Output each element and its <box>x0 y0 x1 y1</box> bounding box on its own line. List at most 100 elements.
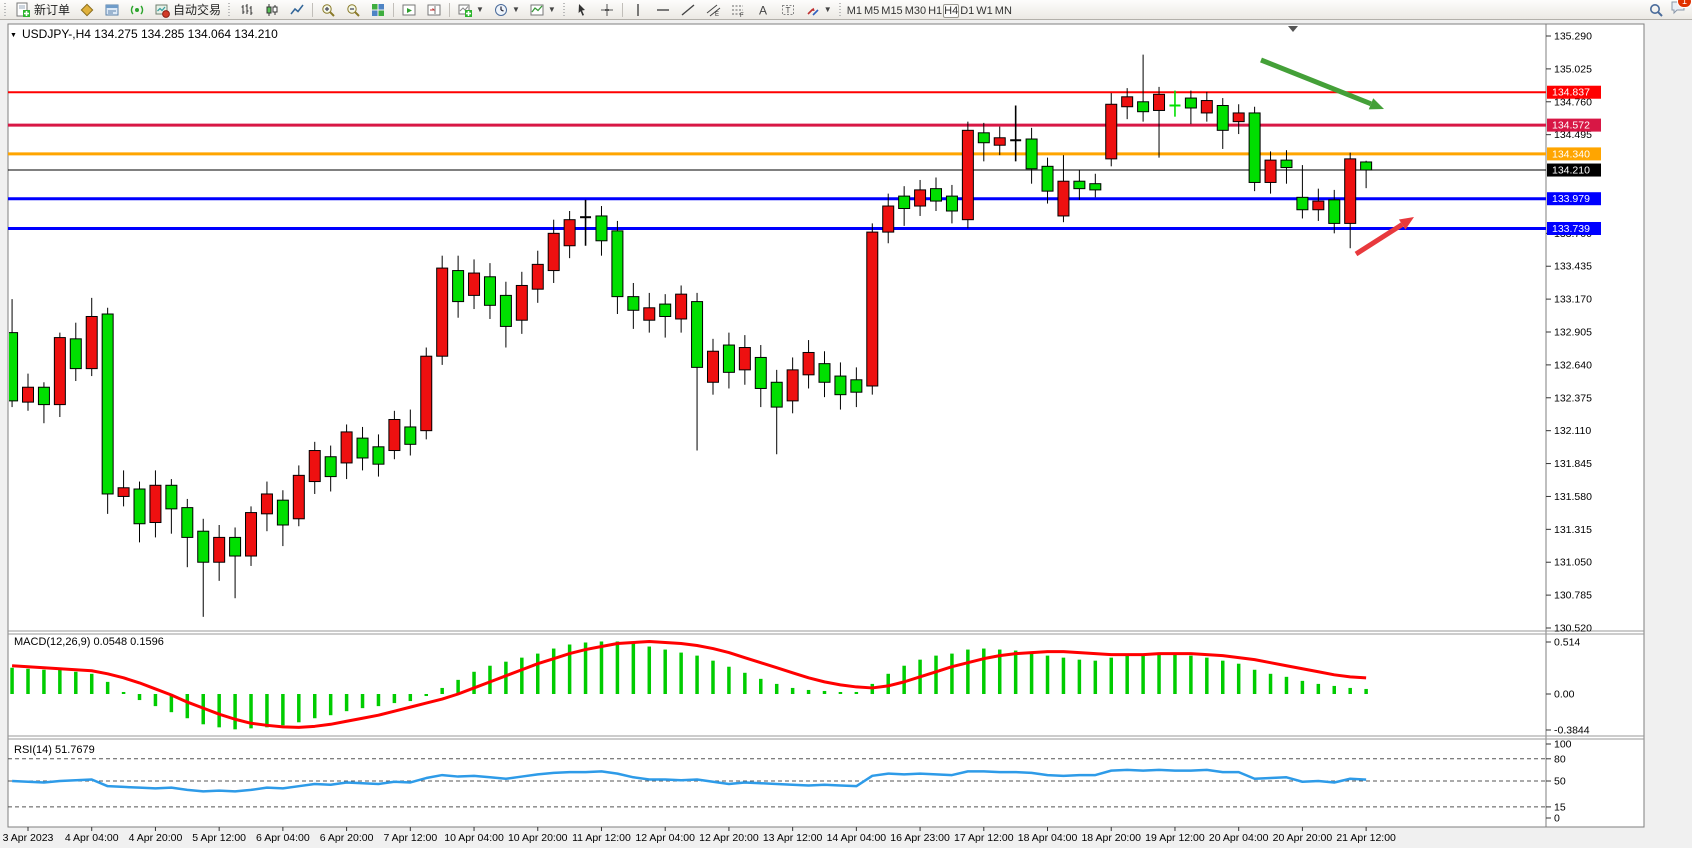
price-tick-label: 135.290 <box>1554 31 1592 43</box>
crosshair-button[interactable] <box>595 0 619 19</box>
candle <box>1122 97 1133 107</box>
time-axis-label: 17 Apr 12:00 <box>954 832 1014 844</box>
candle <box>548 233 559 270</box>
candle <box>516 285 527 320</box>
trendline-button[interactable] <box>676 0 700 19</box>
rsi-label: RSI(14) 51.7679 <box>14 744 95 756</box>
label-button[interactable]: T <box>776 0 800 19</box>
candle <box>214 537 225 562</box>
auto-scroll-button[interactable] <box>397 0 421 19</box>
price-line-label: 134.340 <box>1552 148 1590 160</box>
candle <box>883 206 894 232</box>
time-axis-label: 18 Apr 04:00 <box>1018 832 1078 844</box>
candle <box>150 485 161 522</box>
signals-button[interactable] <box>125 0 149 19</box>
auto-trading-button[interactable]: 自动交易 <box>150 0 225 19</box>
cursor-button[interactable] <box>570 0 594 19</box>
price-tick-label: 131.845 <box>1554 458 1592 470</box>
time-axis-label: 11 Apr 12:00 <box>572 832 631 844</box>
horizontal-line-button[interactable] <box>651 0 675 19</box>
arrows-button[interactable]: ▼ <box>801 0 836 19</box>
chart-background <box>8 24 1644 827</box>
zoom-in-button[interactable] <box>316 0 340 19</box>
strategy-tester-icon <box>79 2 95 18</box>
candle <box>660 304 671 316</box>
chart-window[interactable]: 135.290135.025134.760134.495133.700133.4… <box>0 20 1692 848</box>
chart-canvas[interactable]: 135.290135.025134.760134.495133.700133.4… <box>0 20 1692 848</box>
tile-windows-button[interactable] <box>366 0 390 19</box>
timeframe-w1[interactable]: W1 <box>975 4 994 18</box>
candle <box>771 382 782 407</box>
timeframe-m30[interactable]: M30 <box>904 4 927 18</box>
candle <box>484 277 495 306</box>
candle <box>102 314 113 494</box>
time-axis-label: 20 Apr 20:00 <box>1273 832 1333 844</box>
chevron-down-icon: ▼ <box>512 6 520 14</box>
chevron-down-icon: ▼ <box>824 6 832 14</box>
candle <box>723 345 734 372</box>
candle <box>357 438 368 458</box>
zoom-out-button[interactable] <box>341 0 365 19</box>
candle <box>325 457 336 477</box>
text-button[interactable]: A <box>751 0 775 19</box>
line-chart-button[interactable] <box>285 0 309 19</box>
candle <box>867 232 878 386</box>
candle <box>851 380 862 392</box>
main-toolbar: 新订单 自动交易 ▼ ▼ ▼ E F A T ▼ M1M5M15M30H1H4D… <box>0 0 1692 20</box>
notification-badge[interactable]: 1 <box>1677 0 1692 8</box>
market-watch-button[interactable] <box>100 0 124 19</box>
price-tick-label: 133.170 <box>1554 294 1592 306</box>
cursor-icon <box>574 2 590 18</box>
time-axis-label: 6 Apr 20:00 <box>320 832 374 844</box>
periods-button[interactable]: ▼ <box>489 0 524 19</box>
fibonacci-button[interactable]: F <box>726 0 750 19</box>
new-order-icon <box>15 2 31 18</box>
candle <box>1345 159 1356 224</box>
candle <box>628 297 639 311</box>
toolbar-grip[interactable] <box>563 3 567 17</box>
price-tick-label: 130.520 <box>1554 623 1592 635</box>
templates-icon <box>529 2 545 18</box>
channel-button[interactable]: E <box>701 0 725 19</box>
candle <box>1090 184 1101 190</box>
search-icon[interactable] <box>1648 2 1664 18</box>
new-order-button[interactable]: 新订单 <box>11 0 74 19</box>
toolbar-grip[interactable] <box>4 3 8 17</box>
candle <box>899 196 910 208</box>
candle <box>962 130 973 219</box>
candle <box>1249 113 1260 183</box>
price-tick-label: 132.905 <box>1554 327 1592 339</box>
candlestick-chart-button[interactable] <box>260 0 284 19</box>
candle <box>166 485 177 509</box>
candle <box>1201 101 1212 113</box>
vertical-line-button[interactable] <box>626 0 650 19</box>
timeframe-h4[interactable]: H4 <box>943 4 959 18</box>
candle <box>389 419 400 450</box>
strategy-tester-button[interactable] <box>75 0 99 19</box>
timeframe-h1[interactable]: H1 <box>927 4 943 18</box>
new-order-label: 新订单 <box>34 1 70 18</box>
svg-text:F: F <box>740 13 744 18</box>
label-icon: T <box>780 2 796 18</box>
toolbar-grip[interactable] <box>228 3 232 17</box>
time-axis-label: 10 Apr 20:00 <box>508 832 568 844</box>
candle <box>978 133 989 143</box>
candle <box>1074 181 1085 188</box>
indicators-button[interactable]: ▼ <box>453 0 488 19</box>
chart-shift-button[interactable] <box>422 0 446 19</box>
rsi-axis-label: 0 <box>1554 813 1560 825</box>
candle <box>1106 104 1117 159</box>
line-chart-icon <box>289 2 305 18</box>
timeframe-m5[interactable]: M5 <box>863 4 880 18</box>
candle <box>469 273 480 295</box>
templates-button[interactable]: ▼ <box>525 0 560 19</box>
timeframe-d1[interactable]: D1 <box>959 4 975 18</box>
zoom-out-icon <box>345 2 361 18</box>
toolbar-grip[interactable] <box>839 3 843 17</box>
candle <box>277 500 288 525</box>
price-line-label: 134.572 <box>1552 120 1590 132</box>
bar-chart-button[interactable] <box>235 0 259 19</box>
timeframe-mn[interactable]: MN <box>994 4 1013 18</box>
timeframe-m1[interactable]: M1 <box>846 4 863 18</box>
timeframe-m15[interactable]: M15 <box>880 4 903 18</box>
